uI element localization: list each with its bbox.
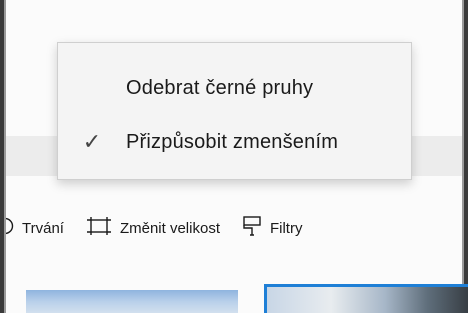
filter-brush-icon — [242, 215, 262, 242]
menu-item-remove-black-bars[interactable]: Odebrat černé pruhy — [58, 65, 411, 111]
app-window: Odebrat černé pruhy ✓ Přizpůsobit zmenše… — [0, 0, 468, 313]
check-icon: ✓ — [82, 129, 102, 154]
filters-button[interactable]: Filtry — [242, 208, 303, 248]
storyboard-thumbnail-selected[interactable] — [264, 284, 468, 313]
menu-item-label: Odebrat černé pruhy — [126, 76, 314, 99]
storyboard-thumbnail[interactable] — [26, 290, 238, 313]
menu-item-label: Přizpůsobit zmenšením — [126, 130, 339, 153]
resize-icon — [86, 216, 112, 241]
resize-button[interactable]: Změnit velikost — [86, 208, 220, 248]
filters-label: Filtry — [269, 219, 303, 237]
clock-icon — [6, 217, 14, 240]
storyboard-thumbnails — [6, 284, 468, 313]
context-menu: Odebrat černé pruhy ✓ Přizpůsobit zmenše… — [57, 42, 412, 180]
duration-label: Trvání — [22, 219, 64, 237]
menu-item-fit-shrink[interactable]: ✓ Přizpůsobit zmenšením — [58, 119, 411, 165]
resize-label: Změnit velikost — [119, 219, 220, 237]
window-border-right — [462, 0, 468, 313]
editor-toolbar: Trvání Změnit velikost Filtry — [6, 208, 462, 248]
duration-button[interactable]: Trvání — [6, 208, 64, 248]
